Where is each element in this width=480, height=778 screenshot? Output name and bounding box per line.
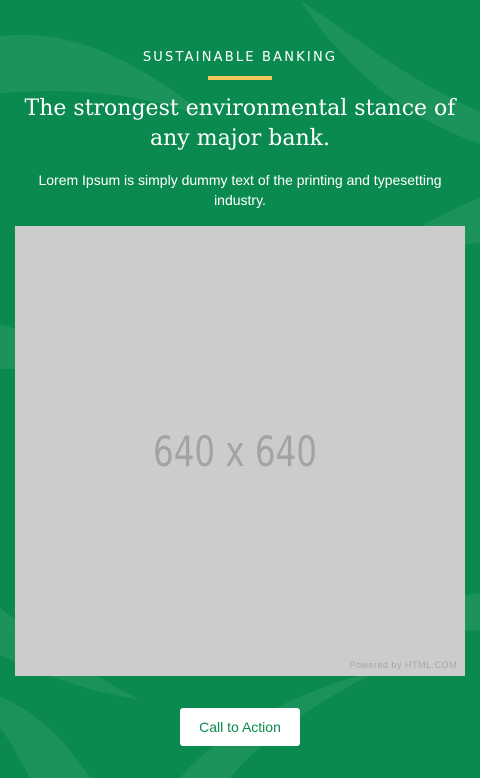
image-placeholder-dimensions: 640 x 640 xyxy=(153,427,317,476)
page-title: The strongest environmental stance of an… xyxy=(24,96,456,151)
image-placeholder: 640 x 640 Powered by HTML.COM xyxy=(15,226,465,676)
hero-section: SUSTAINABLE BANKING The strongest enviro… xyxy=(0,0,480,778)
image-credit: Powered by HTML.COM xyxy=(349,660,457,670)
hero-subtext: Lorem Ipsum is simply dummy text of the … xyxy=(38,172,442,208)
eyebrow-label: SUSTAINABLE BANKING xyxy=(142,50,338,65)
call-to-action-button[interactable]: Call to Action xyxy=(180,708,300,746)
eyebrow-underline xyxy=(208,76,272,80)
